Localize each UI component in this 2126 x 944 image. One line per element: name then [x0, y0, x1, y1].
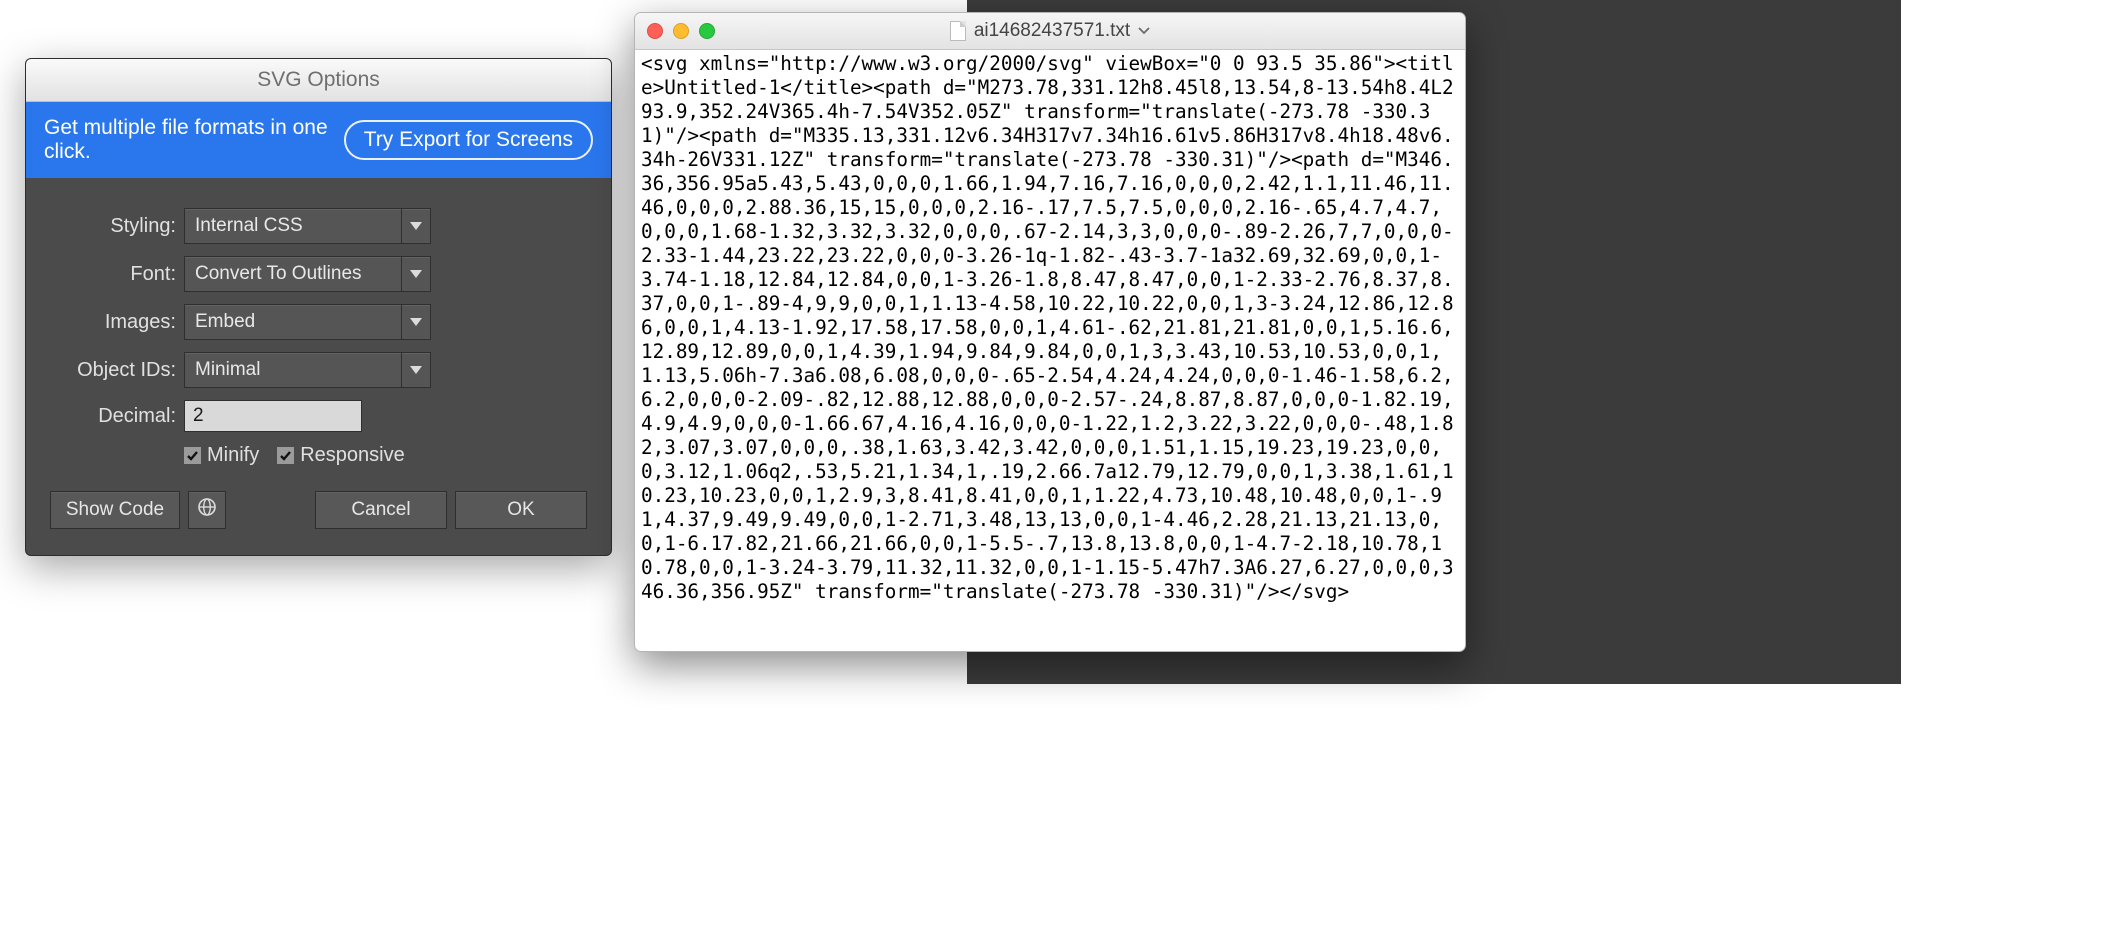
check-icon [277, 447, 294, 464]
svg-options-dialog: SVG Options Get multiple file formats in… [25, 58, 612, 556]
object-ids-select[interactable]: Minimal [184, 352, 431, 388]
check-icon [184, 447, 201, 464]
window-title[interactable]: ai14682437571.txt [950, 20, 1150, 42]
images-select[interactable]: Embed [184, 304, 431, 340]
responsive-checkbox[interactable]: Responsive [277, 444, 405, 467]
images-label: Images: [50, 311, 184, 334]
responsive-label: Responsive [300, 444, 405, 467]
chevron-down-icon [401, 209, 430, 243]
minimize-icon[interactable] [673, 23, 689, 39]
text-file-window: ai14682437571.txt <svg xmlns="http://www… [634, 12, 1466, 652]
chevron-down-icon [401, 353, 430, 387]
banner-text: Get multiple file formats in one click. [44, 116, 330, 164]
images-value: Embed [185, 311, 401, 333]
styling-label: Styling: [50, 215, 184, 238]
globe-icon [197, 497, 217, 523]
document-icon [950, 21, 966, 41]
chevron-down-icon [1138, 27, 1150, 35]
text-content-area[interactable]: <svg xmlns="http://www.w3.org/2000/svg" … [635, 50, 1465, 651]
styling-select[interactable]: Internal CSS [184, 208, 431, 244]
traffic-lights [647, 23, 715, 39]
decimal-label: Decimal: [50, 405, 184, 428]
ok-button[interactable]: OK [455, 491, 587, 529]
object-ids-label: Object IDs: [50, 359, 184, 382]
dialog-title: SVG Options [26, 59, 611, 102]
zoom-icon[interactable] [699, 23, 715, 39]
show-code-button[interactable]: Show Code [50, 491, 180, 529]
svg-code-text: <svg xmlns="http://www.w3.org/2000/svg" … [641, 52, 1457, 604]
window-filename: ai14682437571.txt [974, 20, 1130, 42]
chevron-down-icon [401, 305, 430, 339]
font-label: Font: [50, 263, 184, 286]
window-titlebar[interactable]: ai14682437571.txt [635, 13, 1465, 50]
font-value: Convert To Outlines [185, 263, 401, 285]
decimal-input[interactable] [184, 400, 362, 432]
minify-label: Minify [207, 444, 259, 467]
close-icon[interactable] [647, 23, 663, 39]
styling-value: Internal CSS [185, 215, 401, 237]
minify-checkbox[interactable]: Minify [184, 444, 259, 467]
cancel-button[interactable]: Cancel [315, 491, 447, 529]
dialog-banner: Get multiple file formats in one click. … [26, 102, 611, 178]
chevron-down-icon [401, 257, 430, 291]
object-ids-value: Minimal [185, 359, 401, 381]
try-export-for-screens-button[interactable]: Try Export for Screens [344, 120, 593, 160]
font-select[interactable]: Convert To Outlines [184, 256, 431, 292]
preview-in-browser-button[interactable] [188, 491, 226, 529]
